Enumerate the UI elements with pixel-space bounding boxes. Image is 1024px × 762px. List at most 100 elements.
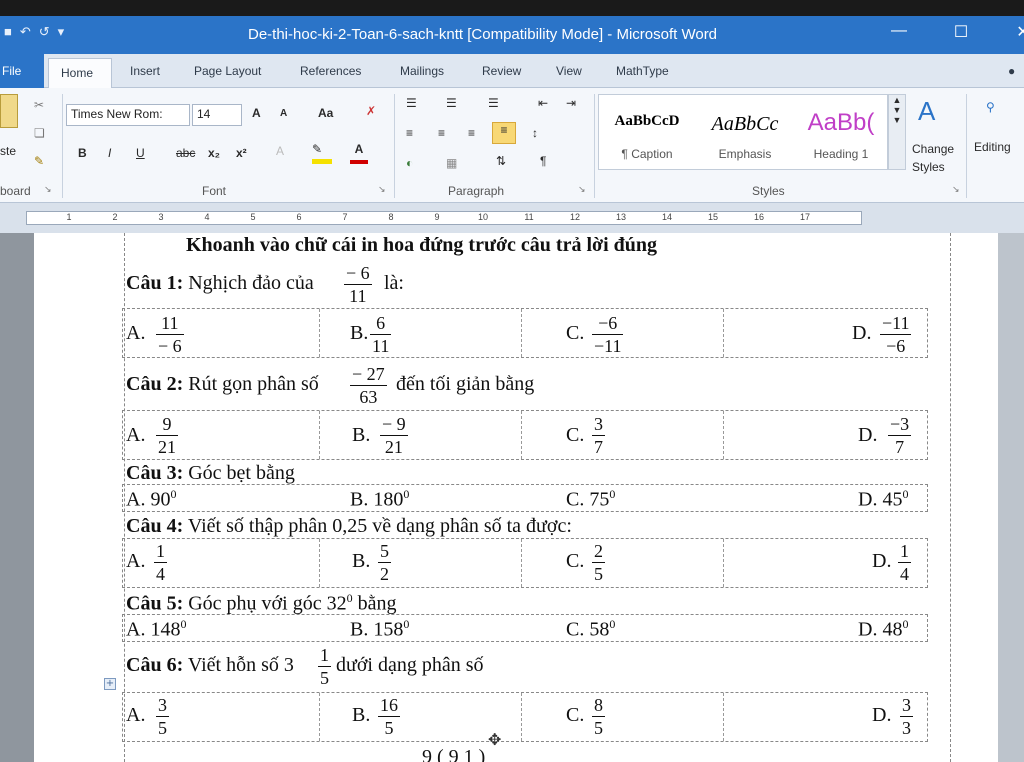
question-1-text: Nghịch đảo của: [188, 272, 314, 294]
option-divider: [319, 309, 320, 357]
option-letter: C.: [566, 550, 585, 572]
option-letter: A.: [126, 424, 146, 446]
question-6-options: [122, 692, 928, 742]
option-value: 148: [150, 618, 181, 641]
margin-guide-right: [950, 233, 951, 762]
option-b: B. 1580: [350, 617, 409, 642]
fraction-numerator: −3: [888, 414, 912, 436]
option-letter: A.: [126, 322, 146, 344]
option-c-fraction: −6 −11: [592, 312, 624, 357]
fraction-denominator: −11: [594, 336, 622, 356]
question-2: Câu 2: Rút gọn phân số: [126, 373, 319, 396]
question-4-options: [122, 538, 928, 588]
option-d-fraction: −3 7: [888, 413, 912, 458]
fraction-numerator: − 9: [380, 414, 408, 436]
fraction-denominator: 3: [902, 718, 911, 738]
option-letter: D.: [858, 424, 878, 446]
instruction-heading: Khoanh vào chữ cái in hoa đứng trước câu…: [186, 234, 657, 256]
word-window: ■ ↶ ↺ ▾ De-thi-hoc-ki-2-Toan-6-sach-kntt…: [0, 0, 1024, 762]
option-value: 45: [882, 488, 903, 511]
document-content: Khoanh vào chữ cái in hoa đứng trước câu…: [0, 0, 1024, 762]
question-5: Câu 5: Góc phụ với góc 320 bằng: [126, 591, 396, 616]
option-value: 180: [373, 488, 404, 511]
fraction-numerator: −11: [880, 313, 912, 335]
fraction-denominator: 21: [384, 437, 403, 457]
option-divider: [319, 693, 320, 741]
fraction-numerator: 3: [592, 414, 605, 436]
option-divider: [723, 539, 724, 587]
option-a-fraction: 35: [156, 694, 169, 739]
option-value: 58: [589, 618, 610, 641]
option-d-fraction: 14: [898, 540, 911, 585]
question-6-text: Viết hỗn số 3: [187, 654, 294, 676]
question-3-options: [122, 484, 928, 512]
question-6-fraction: 15: [318, 644, 331, 689]
question-1-options: [122, 308, 928, 358]
option-letter: C.: [566, 704, 585, 726]
option-letter: A.: [126, 704, 146, 726]
option-letter: B.: [352, 424, 371, 446]
option-letter: A.: [126, 550, 146, 572]
question-5-text: Góc phụ với góc 32: [188, 592, 347, 615]
question-5-text-after: bằng: [357, 592, 397, 615]
fraction-denominator: 5: [594, 718, 603, 738]
fraction-numerator: 1: [318, 645, 331, 667]
question-4-text: Viết số thập phân 0,25 về dạng phân số t…: [187, 515, 572, 537]
degree-sup: 0: [170, 487, 177, 501]
question-1: Câu 1: Nghịch đảo của: [126, 272, 314, 295]
question-2-text-after: đến tối giản bằng: [396, 373, 535, 395]
fraction-denominator: − 6: [158, 336, 182, 356]
table-move-handle-icon[interactable]: +: [104, 678, 116, 690]
option-c-fraction: 25: [592, 540, 605, 585]
degree-sup: 0: [609, 617, 616, 631]
question-4: Câu 4: Viết số thập phân 0,25 về dạng ph…: [126, 515, 572, 538]
option-b-fraction: 52: [378, 540, 391, 585]
question-6-label: Câu 6:: [126, 654, 184, 676]
option-letter: B.: [352, 550, 371, 572]
fraction-numerator: 1: [898, 541, 911, 563]
option-letter: B.: [350, 322, 369, 344]
degree-sup: 0: [609, 487, 616, 501]
option-b-fraction: 16 5: [378, 694, 400, 739]
option-divider: [521, 693, 522, 741]
option-letter: C.: [566, 322, 585, 344]
option-divider: [521, 411, 522, 459]
fraction-denominator: −6: [886, 336, 906, 356]
option-letter: B.: [350, 618, 369, 641]
option-b-fraction: 6 11: [370, 312, 392, 357]
option-a: A. 900: [126, 487, 176, 512]
question-2-label: Câu 2:: [126, 373, 184, 395]
fraction-numerator: 6: [370, 312, 392, 335]
option-letter: C.: [566, 424, 585, 446]
option-b: B. 1800: [350, 487, 409, 512]
question-6: Câu 6: Viết hỗn số 3: [126, 654, 294, 677]
option-a-fraction: 11− 6: [156, 312, 184, 357]
question-1-label: Câu 1:: [126, 272, 184, 294]
option-divider: [723, 309, 724, 357]
fraction-denominator: 5: [158, 718, 167, 738]
option-letter: B.: [350, 488, 369, 511]
option-c-fraction: 37: [592, 413, 605, 458]
question-5-label: Câu 5:: [126, 592, 184, 615]
option-letter: D.: [858, 488, 878, 511]
fraction-numerator: − 27: [350, 364, 387, 386]
fraction-numerator: 11: [156, 312, 184, 335]
option-c-fraction: 85: [592, 694, 605, 739]
question-5-options: [122, 614, 928, 642]
question-6-text-after: dưới dạng phân số: [336, 654, 484, 676]
option-d: D. 480: [858, 617, 908, 642]
option-a: A. 1480: [126, 617, 186, 642]
question-2-text: Rút gọn phân số: [188, 373, 319, 395]
degree-sup: 0: [403, 617, 410, 631]
option-b-fraction: − 9 21: [380, 413, 408, 458]
next-question-cutoff: 9 ( 9 1 ): [422, 746, 486, 762]
fraction-denominator: 5: [320, 668, 329, 688]
fraction-denominator: 11: [372, 336, 390, 356]
question-4-label: Câu 4:: [126, 515, 184, 537]
option-letter: D.: [858, 618, 878, 641]
option-divider: [319, 411, 320, 459]
option-letter: A.: [126, 488, 146, 511]
option-d: D. 450: [858, 487, 908, 512]
fraction-numerator: 5: [378, 541, 391, 563]
question-1-text-after: là:: [384, 272, 404, 294]
